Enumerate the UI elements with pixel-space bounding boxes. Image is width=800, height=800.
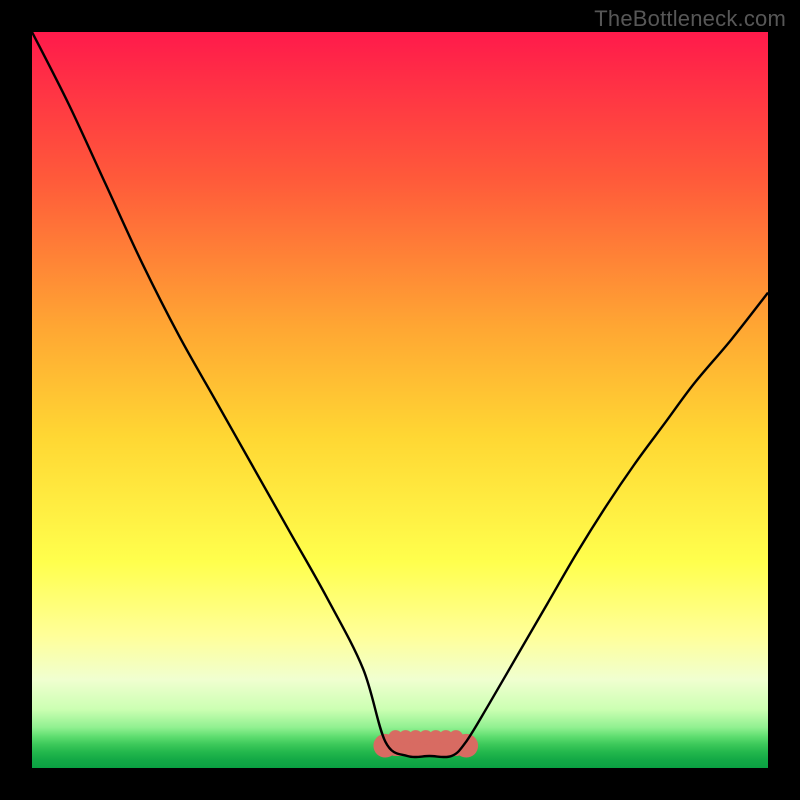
watermark-text: TheBottleneck.com — [594, 6, 786, 32]
chart-svg — [32, 32, 768, 768]
sweet-spot-region — [373, 730, 478, 757]
chart-frame: TheBottleneck.com — [0, 0, 800, 800]
gradient-bg — [32, 32, 768, 768]
plot-area — [32, 32, 768, 768]
